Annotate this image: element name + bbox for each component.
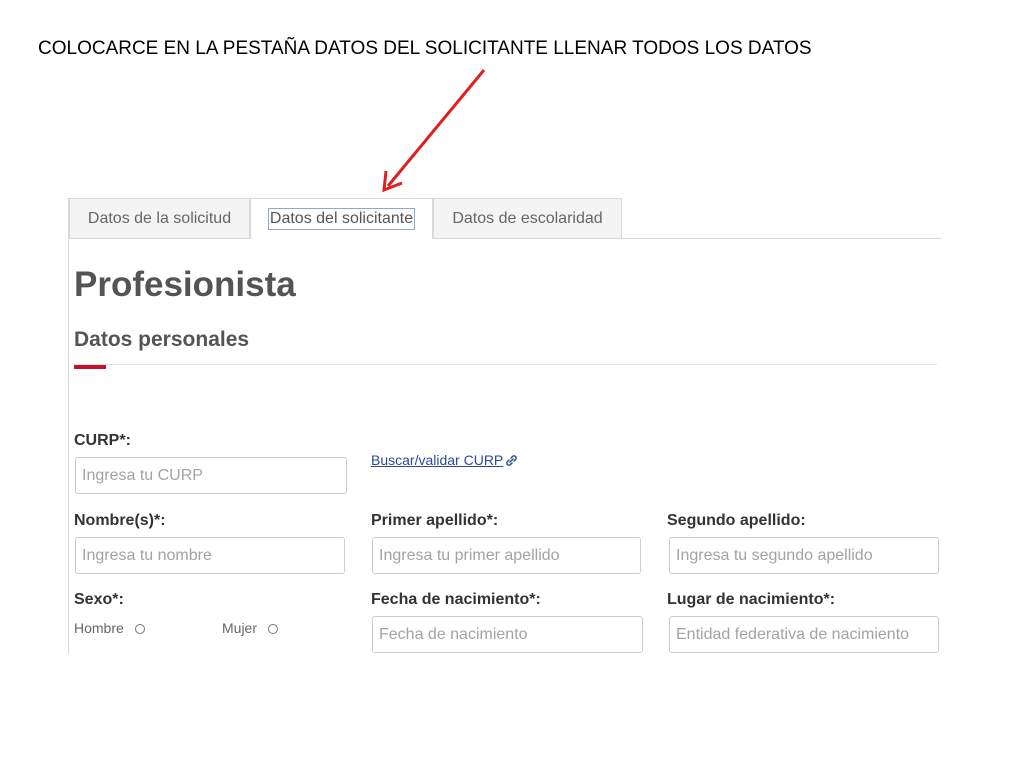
curp-label: CURP*: — [74, 432, 131, 449]
section-divider — [74, 364, 937, 365]
link-text: Buscar/validar CURP — [371, 452, 504, 468]
fecha-nacimiento-input[interactable] — [372, 616, 643, 653]
tab-label: Datos del solicitante — [267, 208, 416, 230]
primer-apellido-input[interactable] — [372, 537, 641, 574]
page-title: Profesionista — [74, 265, 296, 304]
segundo-apellido-input[interactable] — [669, 537, 939, 574]
sexo-hombre-radio[interactable] — [135, 624, 145, 634]
segundo-apellido-label: Segundo apellido: — [667, 512, 806, 529]
tab-datos-solicitud[interactable]: Datos de la solicitud — [69, 198, 250, 238]
tab-label: Datos de escolaridad — [452, 209, 603, 227]
sexo-label: Sexo*: — [74, 591, 124, 608]
sexo-hombre-label: Hombre — [74, 620, 124, 636]
tab-label: Datos de la solicitud — [87, 209, 232, 227]
link-icon — [505, 454, 518, 470]
application-form-panel: Datos de la solicitud Datos del solicita… — [68, 198, 941, 654]
sexo-mujer-label: Mujer — [222, 620, 258, 636]
tab-datos-escolaridad[interactable]: Datos de escolaridad — [433, 198, 622, 238]
section-accent-bar — [74, 365, 106, 369]
nombre-input[interactable] — [75, 537, 345, 574]
section-title: Datos personales — [74, 328, 250, 351]
tab-bar: Datos de la solicitud Datos del solicita… — [69, 198, 941, 239]
primer-apellido-label: Primer apellido*: — [371, 512, 499, 529]
arrow-shaft — [386, 69, 486, 187]
sexo-mujer-radio[interactable] — [268, 624, 278, 634]
nombre-label: Nombre(s)*: — [74, 512, 166, 529]
lugar-nacimiento-input[interactable] — [669, 616, 939, 653]
curp-input[interactable] — [75, 457, 347, 494]
fecha-nacimiento-label: Fecha de nacimiento*: — [371, 591, 541, 608]
lugar-nacimiento-label: Lugar de nacimiento*: — [667, 591, 836, 608]
tab-datos-solicitante[interactable]: Datos del solicitante — [250, 198, 433, 239]
buscar-validar-curp-link[interactable]: Buscar/validar CURP — [371, 452, 518, 470]
